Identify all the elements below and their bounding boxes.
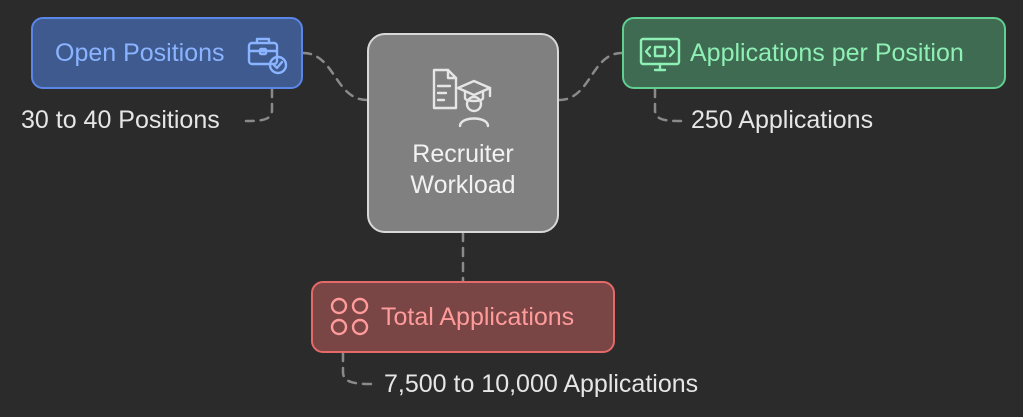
total-applications-note: 7,500 to 10,000 Applications — [384, 370, 699, 398]
four-circles-icon — [329, 296, 371, 343]
applications-per-position-label: Applications per Position — [690, 38, 964, 67]
recruiter-icon — [430, 66, 498, 135]
connector-applications-per-position-to-note — [653, 87, 683, 123]
connector-total-applications-to-note — [341, 351, 373, 386]
open-positions-label: Open Positions — [55, 38, 225, 67]
connector-open-positions-to-center — [301, 51, 369, 102]
applications-per-position-node: Applications per Position — [622, 17, 1006, 89]
total-applications-label: Total Applications — [381, 302, 575, 331]
connector-center-to-applications-per-position — [557, 51, 624, 102]
recruiter-workload-label-line1: Recruiter — [412, 140, 514, 168]
briefcase-check-icon — [245, 34, 289, 81]
connector-open-positions-to-note — [244, 87, 274, 123]
open-positions-node: Open Positions — [31, 17, 303, 89]
recruiter-workload-label: Recruiter Workload — [369, 139, 557, 201]
recruiter-workload-node: Recruiter Workload — [367, 33, 559, 233]
monitor-code-icon — [638, 36, 682, 79]
open-positions-note: 30 to 40 Positions — [21, 106, 220, 134]
recruiter-workload-label-line2: Workload — [410, 171, 516, 199]
applications-per-position-note: 250 Applications — [691, 106, 874, 134]
total-applications-node: Total Applications — [311, 281, 615, 353]
